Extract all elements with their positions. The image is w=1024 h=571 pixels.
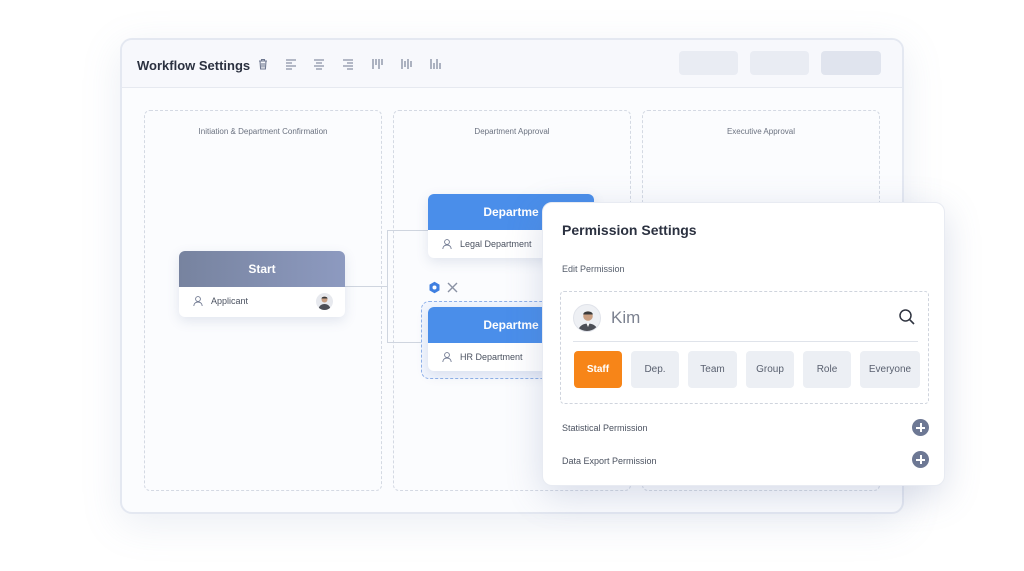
hr-node-assignee: HR Department [460,352,523,362]
user-icon [441,351,453,363]
add-data-export-permission-button[interactable] [912,451,929,468]
gear-icon[interactable] [428,281,441,294]
legal-node-assignee: Legal Department [460,239,532,249]
start-node-body: Applicant [179,287,345,315]
chip-staff[interactable]: Staff [574,351,622,388]
permission-settings-panel: Permission Settings Edit Permission Staf… [542,202,945,486]
data-export-permission-label: Data Export Permission [562,456,657,466]
connector-line [387,230,428,231]
toolbar: Workflow Settings [122,40,902,88]
lane-title: Department Approval [474,127,550,136]
start-node[interactable]: Start Applicant [179,251,345,317]
align-middle-icon[interactable] [399,57,413,71]
avatar [316,293,333,310]
chip-group[interactable]: Group [746,351,794,388]
search-input[interactable] [611,306,831,330]
toolbar-button-2[interactable] [750,51,809,75]
add-statistical-permission-button[interactable] [912,419,929,436]
divider [573,341,918,342]
avatar [573,304,601,332]
lane-title: Executive Approval [726,127,796,136]
statistical-permission-label: Statistical Permission [562,423,648,433]
toolbar-button-3[interactable] [821,51,881,75]
align-center-icon[interactable] [312,57,326,71]
user-icon [441,238,453,250]
panel-title: Permission Settings [562,222,697,238]
permission-picker: Staff Dep. Team Group Role Everyone [560,291,929,404]
chip-role[interactable]: Role [803,351,851,388]
close-icon[interactable] [446,281,459,294]
start-node-assignee: Applicant [211,296,249,306]
align-left-icon[interactable] [284,57,298,71]
edit-permission-label: Edit Permission [562,264,625,274]
start-node-title: Start [179,251,345,287]
connector-line [345,286,387,287]
connector-line [387,230,388,343]
toolbar-button-1[interactable] [679,51,738,75]
align-right-icon[interactable] [341,57,355,71]
user-icon [192,295,204,307]
align-bottom-icon[interactable] [428,57,442,71]
chip-team[interactable]: Team [688,351,737,388]
window-title: Workflow Settings [137,58,251,73]
chip-everyone[interactable]: Everyone [860,351,920,388]
align-top-icon[interactable] [370,57,384,71]
search-icon[interactable] [898,308,916,326]
lane-title: Initiation & Department Confirmation [198,127,328,136]
chip-dep[interactable]: Dep. [631,351,679,388]
trash-icon[interactable] [256,57,270,71]
